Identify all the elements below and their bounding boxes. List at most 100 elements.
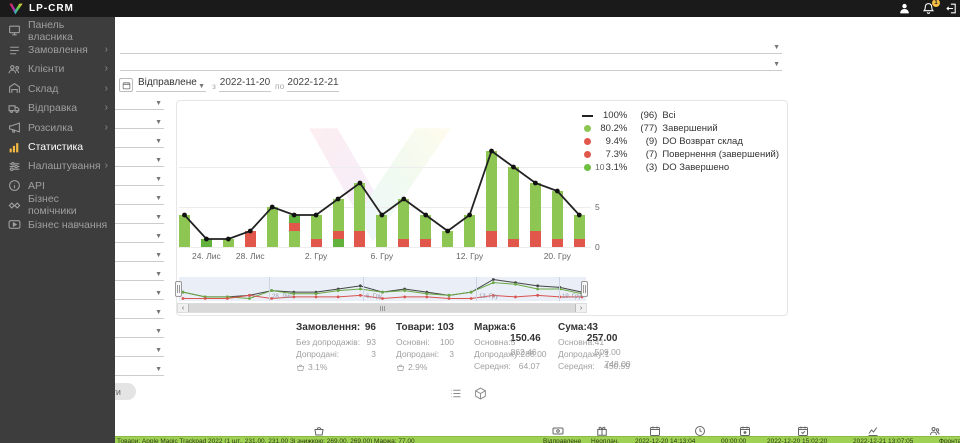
bar-segment-green [267,207,278,247]
calendar-button[interactable] [119,78,133,92]
chart-scrollbar[interactable]: ‹ › [177,303,587,313]
bar-segment-green [552,191,563,239]
settings-icon [8,160,21,173]
logout-icon[interactable] [946,2,959,15]
warehouse-icon [8,82,21,95]
sidebar-item-shipping[interactable]: Відправка› [0,99,115,118]
chevron-down-icon: ▼ [155,366,162,373]
row-cell: Неоплач. [591,438,633,443]
legend-dot-marker [581,138,593,145]
list-view-icon[interactable] [449,387,462,405]
legend-count: (9) [631,136,657,147]
filter-select-left[interactable]: ▼ [110,307,164,319]
upsell-percent: 2.9% [408,362,427,372]
chevron-down-icon: ▼ [155,176,162,183]
filter-select-left[interactable]: ▼ [110,98,164,110]
date-from-input[interactable]: 2022-11-20 [219,77,271,92]
notifications-bell-icon[interactable]: 1 [922,2,935,15]
sidebar-item-label: API [28,180,45,192]
filter-select-left[interactable]: ▼ [110,174,164,186]
sidebar-item-mailing[interactable]: Розсилка› [0,118,115,137]
x-axis-tick: 20. Гру [535,251,579,261]
stats-column: Маржа:6 150.46Основна:5 862.46Допродажу:… [474,322,540,373]
stat-value: 96 [365,322,376,337]
sidebar-item-warehouse[interactable]: Склад› [0,79,115,98]
filter-select-left[interactable]: ▼ [110,117,164,129]
scroll-left-icon[interactable]: ‹ [178,304,188,312]
stats-column: Товари:103Основні:100Допродані:32.9% [396,322,454,373]
bar-segment-green [398,199,409,239]
stat-sub-value: 1 748.00 [605,349,631,361]
chevron-down-icon: ▼ [155,290,162,297]
legend-item[interactable]: 3.1%(3)DO Завершено [581,161,779,174]
bar-segment-green [333,199,344,231]
user-icon[interactable] [898,2,911,15]
filter-select-left[interactable]: ▼ [110,193,164,205]
bar-segment-red [486,231,497,247]
filter-select-left[interactable]: ▼ [110,250,164,262]
legend-item[interactable]: 7.3%(7)Повернення (завершений) [581,148,779,161]
lp-crm-app: LP-CRM 1 Панель власникаЗамовлення›Клієн… [0,0,960,443]
app-logo[interactable]: LP-CRM [8,3,74,15]
package-view-icon[interactable] [474,387,487,405]
chevron-down-icon: ▼ [773,61,780,68]
filter-select-left[interactable]: ▼ [110,326,164,338]
scrollbar-thumb[interactable] [188,304,576,312]
sidebar-item-settings[interactable]: Налаштування› [0,157,115,176]
range-navigator[interactable]: 28. Лис6. Гру13. Гру19. Гру [179,277,586,301]
bar-segment-green [464,215,475,247]
sidebar-item-partners[interactable]: Бізнес помічники [0,196,115,215]
bar-segment-green [420,215,431,239]
filter-select-left[interactable]: ▼ [110,155,164,167]
navigator-gridline [363,277,364,301]
x-axis-tick: 6. Гру [360,251,404,261]
table-row[interactable]: Товари: Apple Magic Trackpad 2022 (1 шт.… [115,436,960,443]
filter-select-top-1[interactable]: ▼ [120,40,782,54]
row-products-cell: Товари: Apple Magic Trackpad 2022 (1 шт.… [117,438,541,443]
stat-title: Товари: [396,322,435,337]
sidebar-item-training[interactable]: Бізнес навчання [0,215,115,234]
stat-sub-label: Середня: [558,361,595,373]
stat-sub-value: 450.59 [604,361,630,373]
legend-line-marker [581,115,593,117]
chevron-down-icon: ▼ [155,328,162,335]
bar-segment-green [530,183,541,231]
row-cell: 00:00:00 [721,438,765,443]
sidebar-item-stats[interactable]: Статистика [0,137,115,156]
legend-item[interactable]: 80.2%(77)Завершений [581,122,779,135]
filter-select-left[interactable]: ▼ [110,345,164,357]
legend-count: (77) [631,123,657,134]
date-to-input[interactable]: 2022-12-21 [287,77,339,92]
chevron-right-icon: › [105,123,108,133]
filter-select-left[interactable]: ▼ [110,288,164,300]
stat-sub-label: Без допродажів: [296,337,360,349]
legend-item[interactable]: 100%(96)Всі [581,109,779,122]
navigator-gridline [559,277,560,301]
filter-select-left[interactable]: ▼ [110,364,164,376]
date-type-select[interactable]: Відправлене ▼ [136,77,206,92]
sidebar-item-clients[interactable]: Клієнти› [0,60,115,79]
legend-pct: 100% [597,110,627,121]
filter-select-left[interactable]: ▼ [110,136,164,148]
filter-select-left[interactable]: ▼ [110,212,164,224]
stats-column: Замовлення:96Без допродажів:93Допродані:… [296,322,376,373]
logo-text: LP-CRM [29,3,74,14]
stat-sub-label: Допродані: [296,349,339,361]
navigator-gridline [269,277,270,301]
navigator-right-handle[interactable] [581,281,588,297]
legend-label: Всі [662,110,675,121]
stat-sub-value: 5 862.46 [511,337,540,349]
bar-segment-green [376,215,387,247]
sidebar-item-dashboard[interactable]: Панель власника [0,21,115,40]
chevron-down-icon: ▼ [155,233,162,240]
navigator-left-handle[interactable] [175,281,182,297]
stat-sub-label: Основна: [474,337,511,349]
sidebar-item-orders[interactable]: Замовлення› [0,40,115,59]
stat-sub-label: Допродані: [396,349,439,361]
filter-select-left[interactable]: ▼ [110,269,164,281]
scroll-right-icon[interactable]: › [576,304,586,312]
stat-sub-label: Основна: [558,337,595,349]
legend-item[interactable]: 9.4%(9)DO Возврат склад [581,135,779,148]
filter-select-left[interactable]: ▼ [110,231,164,243]
filter-select-top-2[interactable]: ▼ [120,57,782,71]
